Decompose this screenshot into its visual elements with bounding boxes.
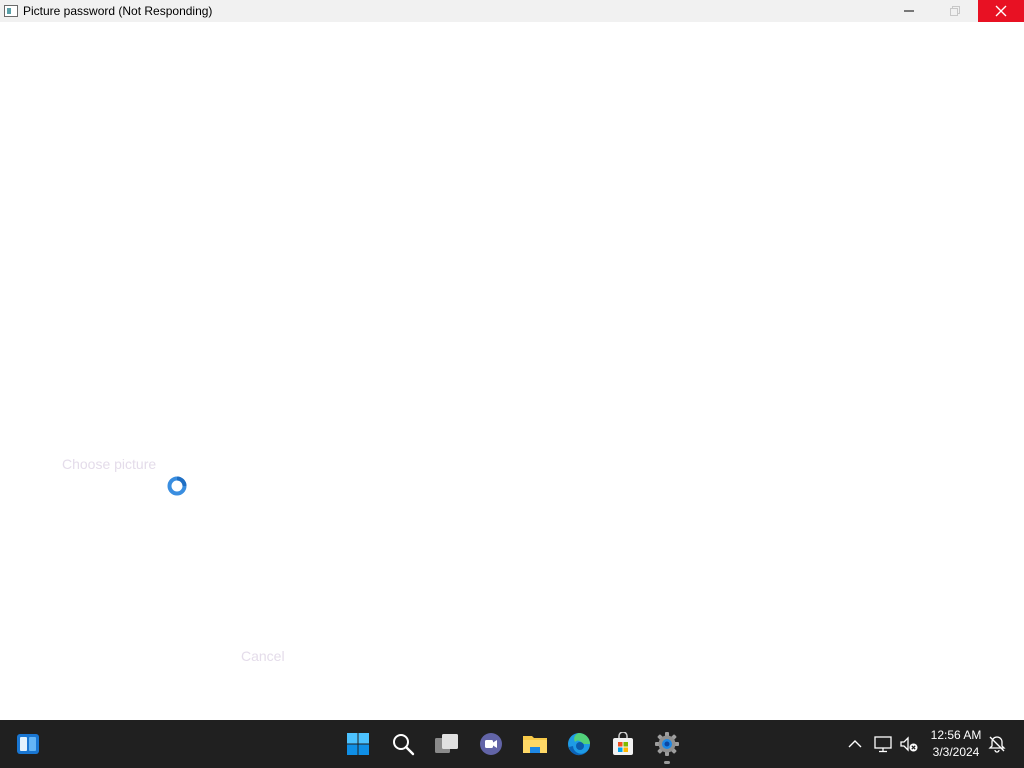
- notifications-button[interactable]: [986, 720, 1008, 768]
- notification-bell-icon: [988, 736, 1006, 753]
- clock[interactable]: 12:56 AM 3/3/2024: [926, 727, 986, 761]
- task-view-button[interactable]: [425, 720, 469, 768]
- title-bar: Picture password (Not Responding): [0, 0, 1024, 22]
- store-icon: [613, 732, 633, 755]
- restore-icon: [950, 6, 960, 16]
- show-hidden-icons-button[interactable]: [845, 720, 865, 768]
- file-explorer-button[interactable]: [513, 720, 557, 768]
- widgets-icon: [17, 734, 39, 754]
- gear-icon: [655, 732, 679, 756]
- chevron-up-icon: [848, 740, 862, 748]
- clock-date: 3/3/2024: [932, 745, 980, 759]
- teams-chat-icon: [480, 733, 502, 755]
- window-content: Choose picture Cancel: [0, 22, 1024, 720]
- taskbar: 12:56 AM 3/3/2024: [0, 720, 1024, 768]
- settings-button[interactable]: [645, 720, 689, 768]
- edge-icon: [568, 733, 590, 756]
- task-view-icon: [435, 734, 458, 753]
- folder-icon: [523, 736, 547, 753]
- active-indicator: [664, 761, 670, 764]
- edge-button[interactable]: [557, 720, 601, 768]
- speaker-muted-icon: [900, 736, 918, 752]
- start-button[interactable]: [336, 720, 380, 768]
- widgets-button[interactable]: [6, 720, 50, 768]
- volume-button[interactable]: [898, 720, 920, 768]
- close-icon: [995, 5, 1007, 17]
- choose-picture-link[interactable]: Choose picture: [62, 456, 156, 472]
- search-icon: [393, 734, 415, 756]
- window-controls: [886, 0, 1024, 22]
- network-button[interactable]: [872, 720, 894, 768]
- close-button[interactable]: [978, 0, 1024, 22]
- app-icon: [4, 5, 18, 17]
- search-button[interactable]: [381, 720, 425, 768]
- teams-chat-button[interactable]: [469, 720, 513, 768]
- microsoft-store-button[interactable]: [601, 720, 645, 768]
- window-title: Picture password (Not Responding): [23, 4, 213, 18]
- minimize-button[interactable]: [886, 0, 932, 22]
- maximize-button[interactable]: [932, 0, 978, 22]
- network-icon: [874, 736, 892, 753]
- windows-logo-icon: [347, 733, 369, 755]
- busy-cursor-icon: [167, 476, 187, 496]
- cancel-button[interactable]: Cancel: [241, 648, 285, 664]
- clock-time: 12:56 AM: [930, 728, 982, 742]
- minimize-icon: [904, 10, 914, 12]
